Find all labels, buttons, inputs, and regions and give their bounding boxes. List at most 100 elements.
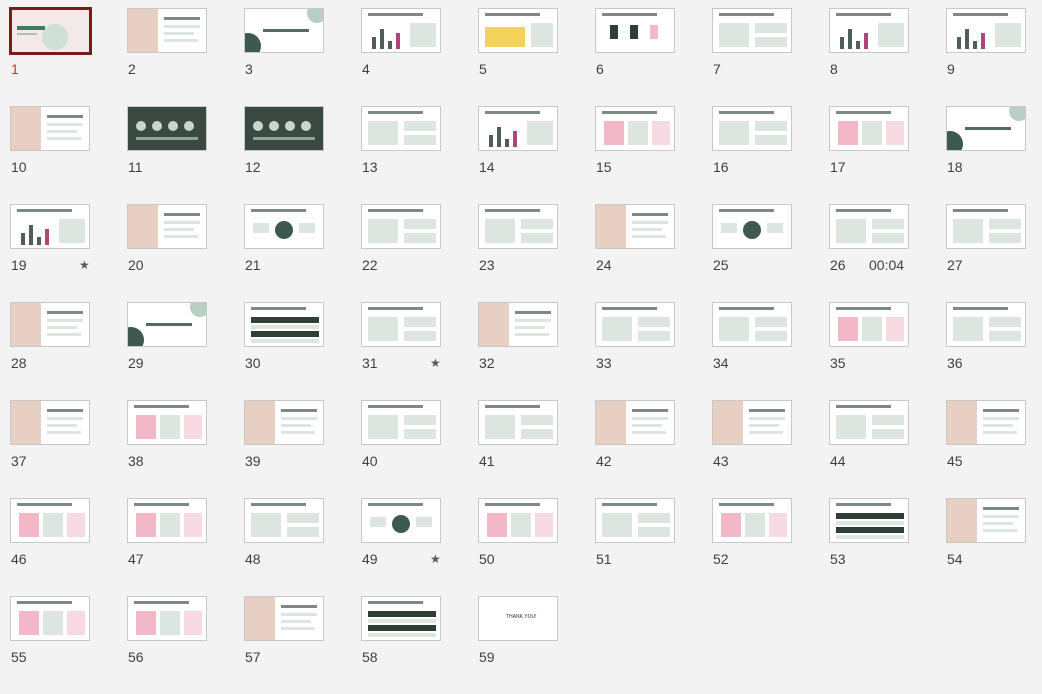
slide-preview[interactable] <box>361 302 441 347</box>
slide-thumbnail[interactable]: 17 <box>829 106 946 204</box>
slide-thumbnail[interactable]: 19 ★ <box>10 204 127 302</box>
slide-preview[interactable] <box>712 302 792 347</box>
slide-thumbnail[interactable]: 14 <box>478 106 595 204</box>
slide-preview[interactable] <box>946 8 1026 53</box>
slide-preview[interactable] <box>946 498 1026 543</box>
slide-preview[interactable] <box>595 106 675 151</box>
slide-preview[interactable] <box>244 302 324 347</box>
slide-thumbnail[interactable]: 9 <box>946 8 1042 106</box>
slide-preview[interactable] <box>946 106 1026 151</box>
slide-thumbnail[interactable]: THANK YOU! 59 <box>478 596 595 694</box>
slide-thumbnail[interactable]: 26 00:04 <box>829 204 946 302</box>
slide-thumbnail[interactable]: 1 <box>9 7 127 106</box>
slide-preview[interactable] <box>244 400 324 445</box>
slide-preview[interactable] <box>712 204 792 249</box>
slide-preview[interactable] <box>478 498 558 543</box>
slide-thumbnail[interactable]: 13 <box>361 106 478 204</box>
slide-preview[interactable] <box>361 106 441 151</box>
slide-preview[interactable] <box>478 400 558 445</box>
slide-preview[interactable] <box>127 302 207 347</box>
slide-thumbnail[interactable]: 32 <box>478 302 595 400</box>
slide-preview[interactable] <box>829 400 909 445</box>
slide-thumbnail[interactable]: 10 <box>10 106 127 204</box>
slide-thumbnail[interactable]: 38 <box>127 400 244 498</box>
slide-preview[interactable] <box>595 204 675 249</box>
slide-preview[interactable] <box>10 400 90 445</box>
animation-star-icon[interactable]: ★ <box>430 356 441 370</box>
slide-preview[interactable] <box>361 204 441 249</box>
slide-preview[interactable] <box>10 106 90 151</box>
slide-preview[interactable] <box>10 204 90 249</box>
slide-preview[interactable] <box>829 204 909 249</box>
slide-thumbnail[interactable]: 16 <box>712 106 829 204</box>
slide-thumbnail[interactable]: 46 <box>10 498 127 596</box>
slide-thumbnail[interactable]: 15 <box>595 106 712 204</box>
animation-star-icon[interactable]: ★ <box>79 258 90 272</box>
slide-preview[interactable] <box>478 106 558 151</box>
slide-preview[interactable] <box>478 302 558 347</box>
slide-preview[interactable] <box>595 8 675 53</box>
slide-preview[interactable] <box>10 498 90 543</box>
slide-preview[interactable] <box>127 106 207 151</box>
slide-preview[interactable] <box>946 302 1026 347</box>
slide-thumbnail[interactable]: 2 <box>127 8 244 106</box>
slide-thumbnail[interactable]: 18 <box>946 106 1042 204</box>
slide-preview[interactable] <box>10 302 90 347</box>
slide-preview[interactable] <box>595 302 675 347</box>
slide-thumbnail[interactable]: 41 <box>478 400 595 498</box>
slide-thumbnail[interactable]: 49 ★ <box>361 498 478 596</box>
slide-thumbnail[interactable]: 50 <box>478 498 595 596</box>
slide-preview[interactable] <box>712 106 792 151</box>
slide-preview[interactable] <box>127 498 207 543</box>
slide-thumbnail[interactable]: 6 <box>595 8 712 106</box>
slide-preview[interactable] <box>946 400 1026 445</box>
slide-thumbnail[interactable]: 43 <box>712 400 829 498</box>
slide-preview[interactable] <box>244 106 324 151</box>
slide-preview[interactable] <box>829 106 909 151</box>
slide-thumbnail[interactable]: 22 <box>361 204 478 302</box>
slide-preview[interactable] <box>595 400 675 445</box>
slide-preview[interactable] <box>10 596 90 641</box>
slide-preview[interactable] <box>127 400 207 445</box>
slide-preview[interactable] <box>244 596 324 641</box>
slide-thumbnail[interactable]: 52 <box>712 498 829 596</box>
slide-thumbnail[interactable]: 27 <box>946 204 1042 302</box>
slide-thumbnail[interactable]: 48 <box>244 498 361 596</box>
slide-preview[interactable] <box>478 204 558 249</box>
slide-thumbnail[interactable]: 11 <box>127 106 244 204</box>
slide-preview[interactable] <box>361 596 441 641</box>
slide-thumbnail[interactable]: 42 <box>595 400 712 498</box>
slide-thumbnail[interactable]: 40 <box>361 400 478 498</box>
slide-preview[interactable] <box>712 8 792 53</box>
slide-thumbnail[interactable]: 4 <box>361 8 478 106</box>
slide-thumbnail[interactable]: 54 <box>946 498 1042 596</box>
slide-preview[interactable] <box>946 204 1026 249</box>
slide-thumbnail[interactable]: 36 <box>946 302 1042 400</box>
slide-thumbnail[interactable]: 44 <box>829 400 946 498</box>
slide-thumbnail[interactable]: 30 <box>244 302 361 400</box>
slide-thumbnail[interactable]: 37 <box>10 400 127 498</box>
slide-thumbnail[interactable]: 7 <box>712 8 829 106</box>
slide-preview[interactable] <box>244 204 324 249</box>
slide-thumbnail[interactable]: 3 <box>244 8 361 106</box>
slide-thumbnail[interactable]: 47 <box>127 498 244 596</box>
slide-preview[interactable]: THANK YOU! <box>478 596 558 641</box>
slide-thumbnail[interactable]: 57 <box>244 596 361 694</box>
slide-preview[interactable] <box>244 498 324 543</box>
slide-preview[interactable] <box>712 400 792 445</box>
slide-preview[interactable] <box>478 8 558 53</box>
slide-thumbnail[interactable]: 31 ★ <box>361 302 478 400</box>
slide-preview[interactable] <box>361 498 441 543</box>
slide-thumbnail[interactable]: 21 <box>244 204 361 302</box>
slide-thumbnail[interactable]: 5 <box>478 8 595 106</box>
slide-thumbnail[interactable]: 23 <box>478 204 595 302</box>
slide-thumbnail[interactable]: 12 <box>244 106 361 204</box>
slide-thumbnail[interactable]: 39 <box>244 400 361 498</box>
slide-preview[interactable] <box>829 302 909 347</box>
slide-preview[interactable] <box>9 7 92 55</box>
slide-preview[interactable] <box>127 8 207 53</box>
slide-thumbnail[interactable]: 28 <box>10 302 127 400</box>
slide-thumbnail[interactable]: 33 <box>595 302 712 400</box>
slide-preview[interactable] <box>712 498 792 543</box>
slide-preview[interactable] <box>244 8 324 53</box>
